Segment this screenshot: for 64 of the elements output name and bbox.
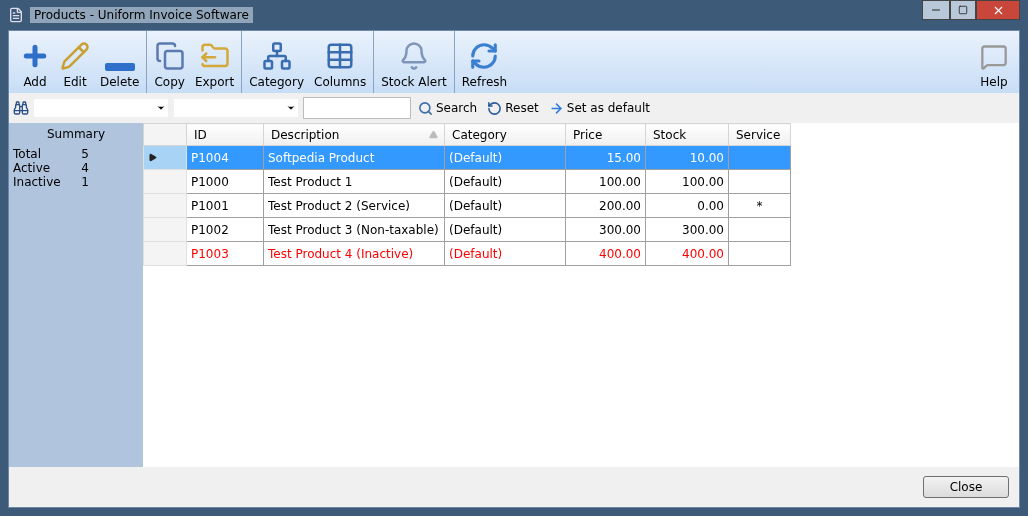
table-cell: (Default) — [444, 169, 566, 194]
table-cell: (Default) — [444, 145, 566, 170]
search-field[interactable] — [303, 97, 411, 119]
column-header[interactable]: Description — [263, 123, 445, 146]
summary-label: Total — [13, 147, 42, 161]
column-header[interactable]: Stock — [645, 123, 729, 146]
dropdown-arrow-icon — [286, 103, 296, 113]
table-icon — [325, 41, 356, 71]
dropdown-arrow-icon — [156, 103, 166, 113]
table-cell: (Default) — [444, 241, 566, 266]
help-icon — [980, 43, 1008, 71]
dropdown-field[interactable] — [173, 98, 299, 118]
app-icon — [8, 7, 24, 23]
toolbar-button[interactable]: Export — [189, 35, 240, 89]
filter-action-button[interactable]: Reset — [484, 100, 542, 116]
refresh-icon — [469, 41, 500, 71]
row-header[interactable] — [143, 145, 187, 170]
pencil-icon — [60, 41, 90, 71]
reset-icon — [487, 100, 503, 116]
table-cell: Test Product 2 (Service) — [263, 193, 445, 218]
toolbar-button[interactable]: Category — [244, 35, 309, 89]
column-header[interactable]: ID — [186, 123, 264, 146]
toolbar-button[interactable]: Refresh — [456, 35, 513, 89]
toolbar-button[interactable]: Add — [15, 35, 55, 89]
current-row-icon — [148, 152, 157, 162]
toolbar-button[interactable]: Columns — [309, 35, 372, 89]
header-corner — [143, 123, 187, 146]
maximize-button[interactable] — [950, 0, 976, 20]
column-header[interactable]: Price — [565, 123, 646, 146]
table-cell: Test Product 3 (Non-taxable) — [263, 217, 445, 242]
toolbar-button[interactable]: Delete — [95, 35, 145, 89]
table-cell: (Default) — [444, 217, 566, 242]
toolbar-button[interactable]: Edit — [55, 35, 95, 89]
table-cell: (Default) — [444, 193, 566, 218]
table-cell: Test Product 1 — [263, 169, 445, 194]
column-header[interactable]: Category — [444, 123, 566, 146]
summary-title: Summary — [46, 127, 106, 141]
table-cell: Softpedia Product — [263, 145, 445, 170]
close-button[interactable]: Close — [923, 476, 1009, 498]
minimize-button[interactable] — [922, 0, 950, 20]
summary-label: Active — [13, 161, 51, 175]
help-button[interactable]: Help — [975, 35, 1013, 89]
summary-label: Inactive — [13, 175, 61, 189]
sort-arrow-icon — [429, 130, 438, 139]
dropdown-field[interactable] — [33, 98, 169, 118]
maximize-icon — [958, 5, 968, 15]
filter-action-button[interactable]: Search — [415, 100, 481, 116]
table-cell: Test Product 4 (Inactive) — [263, 241, 445, 266]
window-title: Products - Uniform Invoice Software — [30, 7, 253, 23]
toolbar-button[interactable]: Copy — [149, 35, 190, 89]
copy-icon — [154, 41, 185, 71]
binoculars-icon — [13, 100, 29, 116]
minus-icon — [104, 63, 135, 71]
arrow-right-icon — [548, 100, 564, 116]
column-header[interactable]: Service — [728, 123, 791, 146]
toolbar-button[interactable]: Stock Alert — [376, 35, 452, 89]
search-icon — [418, 100, 433, 116]
filter-action-button[interactable]: Set as default — [545, 100, 653, 116]
hierarchy-icon — [261, 41, 292, 71]
summary-value: 4 — [81, 161, 89, 175]
summary-value: 5 — [81, 147, 89, 161]
summary-value: 1 — [81, 175, 89, 189]
bell-icon — [399, 41, 429, 71]
close-window-button[interactable] — [976, 0, 1020, 20]
